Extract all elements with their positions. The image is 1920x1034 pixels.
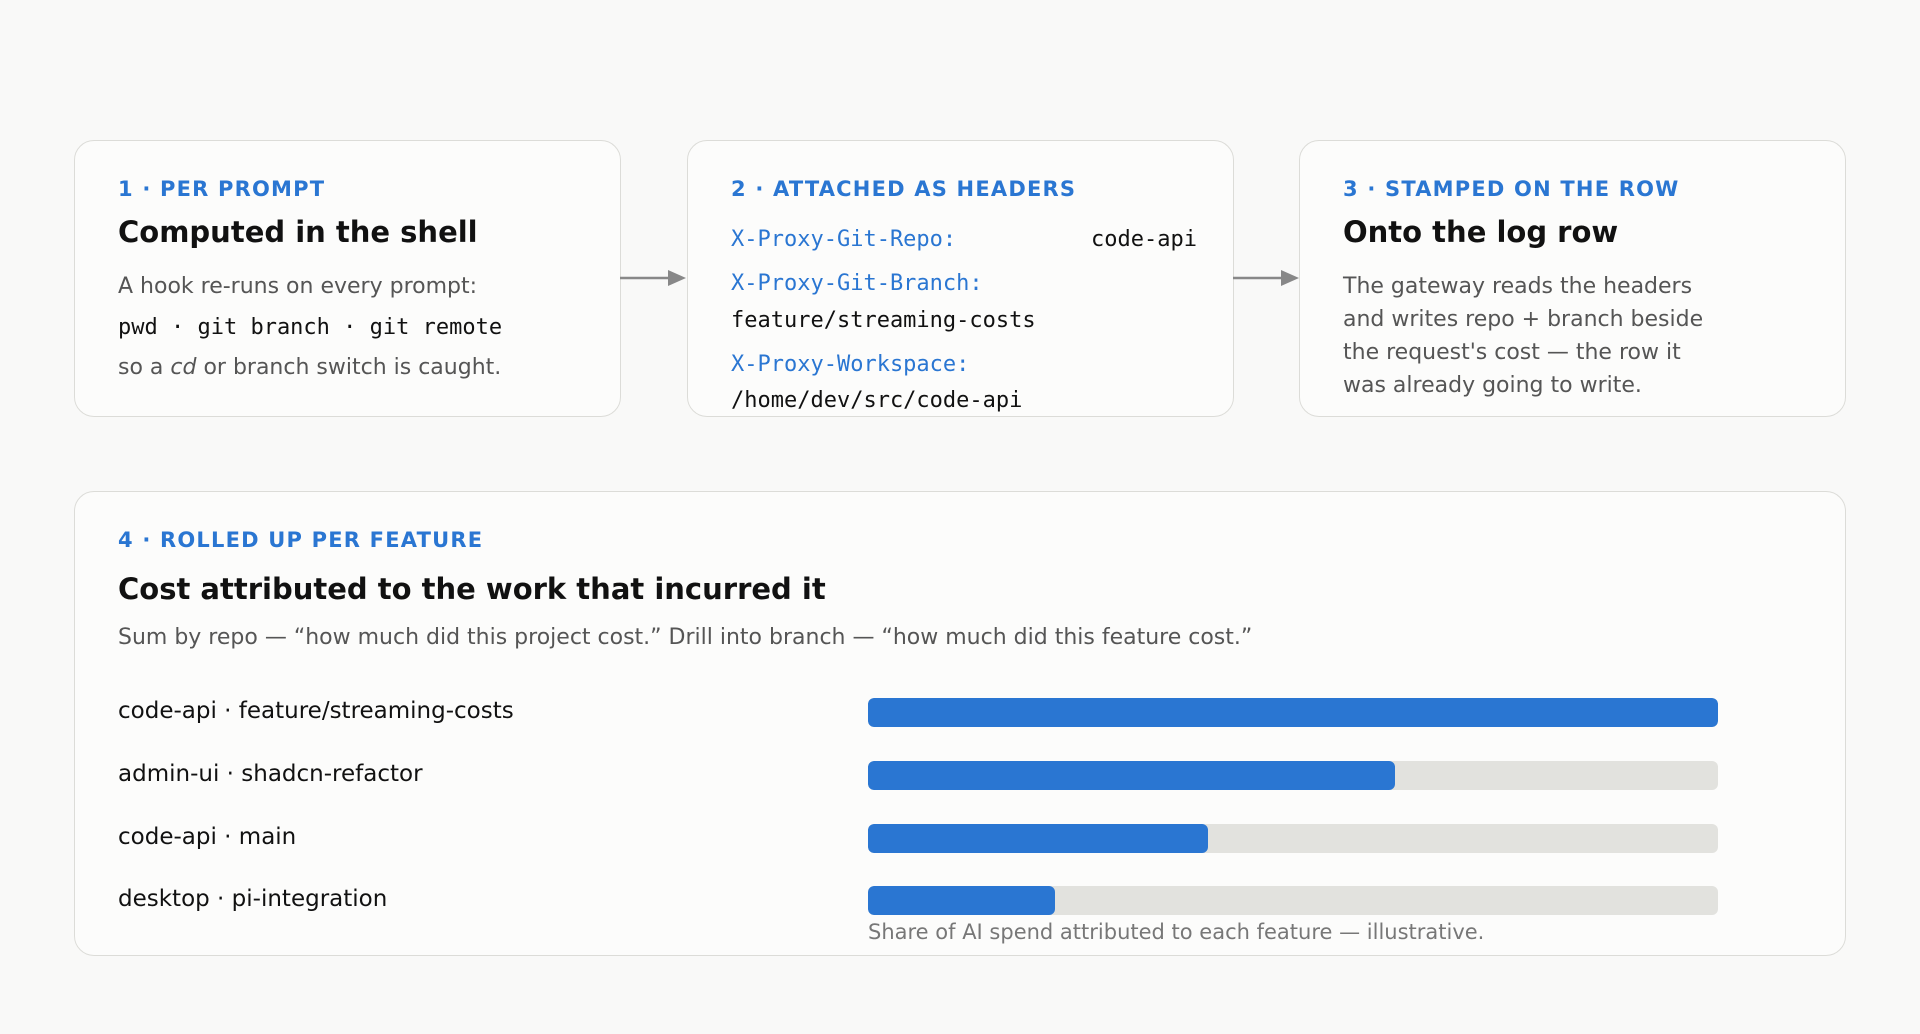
- card-title: Onto the log row: [1343, 215, 1619, 249]
- step-label: 2 · ATTACHED AS HEADERS: [731, 177, 1077, 201]
- card-title: Cost attributed to the work that incurre…: [118, 572, 826, 606]
- step-label: 3 · STAMPED ON THE ROW: [1343, 177, 1680, 201]
- hook-description: A hook re-runs on every prompt:: [118, 274, 478, 299]
- card-title: Computed in the shell: [118, 215, 478, 249]
- switch-note: so a cd or branch switch is caught.: [118, 355, 502, 380]
- bar-track: [868, 761, 1718, 790]
- arrow-right-icon: [1233, 270, 1299, 286]
- bar-label: admin-ui · shadcn-refactor: [118, 761, 423, 787]
- bar: [868, 761, 1395, 790]
- header-key-workspace: X-Proxy-Workspace:: [731, 352, 970, 377]
- description-line: and writes repo + branch beside: [1343, 307, 1704, 332]
- description-line: the request's cost — the row it: [1343, 340, 1681, 365]
- step-label: 4 · ROLLED UP PER FEATURE: [118, 528, 484, 552]
- header-value-branch: feature/streaming-costs: [731, 308, 1036, 333]
- bar: [868, 698, 1718, 727]
- bar-label: code-api · feature/streaming-costs: [118, 698, 514, 724]
- bar-label: code-api · main: [118, 824, 297, 850]
- rollup-subtitle: Sum by repo — “how much did this project…: [118, 625, 1253, 650]
- description-line: was already going to write.: [1343, 373, 1642, 398]
- shell-command: pwd · git branch · git remote: [118, 315, 503, 340]
- bar-track: [868, 824, 1718, 853]
- step-card-per-prompt: 1 · PER PROMPT Computed in the shell A h…: [74, 140, 621, 417]
- bar-track: [868, 698, 1718, 727]
- header-value-workspace: /home/dev/src/code-api: [731, 388, 1023, 413]
- step-card-rollup: 4 · ROLLED UP PER FEATURE Cost attribute…: [74, 491, 1846, 956]
- chart-footnote: Share of AI spend attributed to each fea…: [868, 920, 1485, 944]
- step-card-log-row: 3 · STAMPED ON THE ROW Onto the log row …: [1299, 140, 1846, 417]
- step-card-headers: 2 · ATTACHED AS HEADERS X-Proxy-Git-Repo…: [687, 140, 1234, 417]
- description-line: The gateway reads the headers: [1343, 274, 1693, 299]
- header-key-branch: X-Proxy-Git-Branch:: [731, 271, 983, 296]
- arrow-right-icon: [620, 270, 686, 286]
- step-label: 1 · PER PROMPT: [118, 177, 326, 201]
- header-key-repo: X-Proxy-Git-Repo:: [731, 227, 957, 252]
- bar-track: [868, 886, 1718, 915]
- header-value-repo: code-api: [1091, 227, 1197, 252]
- bar: [868, 824, 1208, 853]
- bar-label: desktop · pi-integration: [118, 886, 388, 912]
- bar: [868, 886, 1055, 915]
